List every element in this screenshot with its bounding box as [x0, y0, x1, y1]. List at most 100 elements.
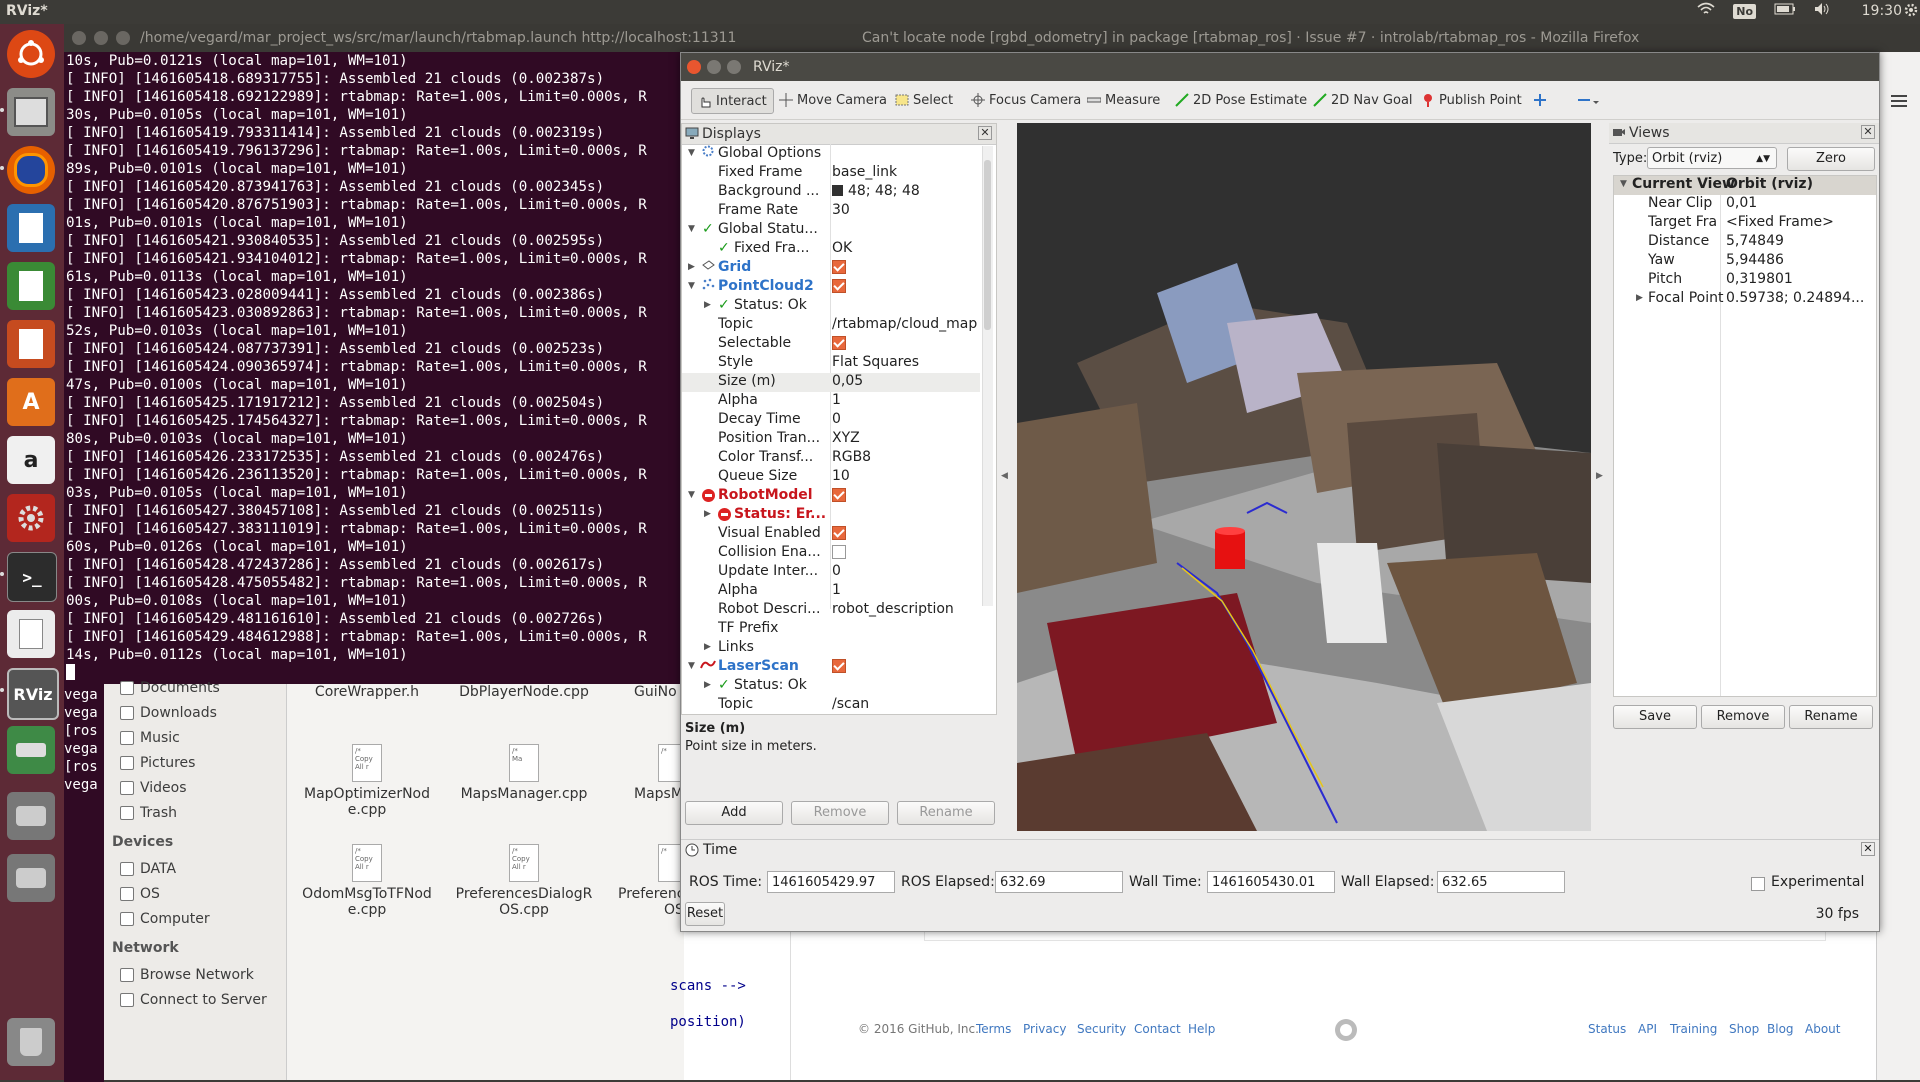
remove-display-button[interactable]: Remove — [791, 801, 889, 825]
close-panel-icon[interactable]: ✕ — [1861, 842, 1875, 856]
github-octocat-icon[interactable] — [1334, 1018, 1358, 1046]
collapse-right-icon[interactable]: ▶ — [1596, 471, 1603, 481]
rename-view-button[interactable]: Rename — [1789, 705, 1873, 729]
measure-tool[interactable]: Measure — [1086, 88, 1160, 112]
tree-row-decay-time[interactable]: Decay Time 0 — [682, 411, 980, 430]
tree-row-alpha[interactable]: Alpha 1 — [682, 392, 980, 411]
add-tool-icon[interactable] — [1533, 88, 1547, 112]
wifi-icon[interactable] — [1697, 2, 1715, 20]
terminal-icon[interactable]: >_ — [7, 552, 57, 602]
sidebar-item-trash[interactable]: Trash — [120, 805, 177, 821]
remove-tool-icon[interactable] — [1577, 88, 1599, 112]
terminal-window-buttons[interactable] — [72, 31, 130, 45]
text-editor-icon[interactable] — [7, 610, 55, 658]
tree-row-tf-prefix[interactable]: TF Prefix — [682, 620, 980, 639]
github-link-security[interactable]: Security — [1077, 1022, 1126, 1036]
volume-icon[interactable] — [1814, 2, 1830, 20]
file-item[interactable]: /* Copy All r OdomMsgToTFNod e.cpp — [297, 844, 437, 918]
tree-row-position-transformer[interactable]: Position Tran... XYZ — [682, 430, 980, 449]
gear-icon[interactable] — [1904, 2, 1918, 22]
tree-row-global-options[interactable]: ▼ Global Options — [682, 145, 980, 164]
tree-row-visual-enabled[interactable]: Visual Enabled — [682, 525, 980, 544]
battery-icon[interactable] — [1774, 3, 1796, 19]
sidebar-item-pictures[interactable]: Pictures — [120, 755, 195, 771]
select-tool[interactable]: Select — [895, 88, 953, 112]
terminal-output[interactable]: 10s, Pub=0.0121s (local map=101, WM=101)… — [64, 52, 684, 684]
3d-render-view[interactable] — [1017, 123, 1591, 831]
tree-row-robot-description[interactable]: Robot Descri... robot_description — [682, 601, 980, 620]
tree-row-laserscan-status[interactable]: ▶ ✓ Status: Ok — [682, 677, 980, 696]
github-link-terms[interactable]: Terms — [976, 1022, 1011, 1036]
files-icon[interactable] — [7, 88, 55, 136]
ros-time-field[interactable]: 1461605429.97 — [767, 871, 895, 893]
2d-pose-estimate-tool[interactable]: 2D Pose Estimate — [1175, 88, 1307, 112]
tree-row-pitch[interactable]: Pitch 0,319801 — [1614, 271, 1876, 290]
close-icon[interactable] — [687, 60, 701, 74]
sidebar-item-data[interactable]: DATA — [120, 861, 176, 877]
sidebar-item-os[interactable]: OS — [120, 886, 160, 902]
firefox-icon[interactable] — [7, 146, 55, 194]
tree-row-style[interactable]: Style Flat Squares — [682, 354, 980, 373]
tree-row-target-frame[interactable]: Target Fra...<Fixed Frame> — [1614, 214, 1876, 233]
2d-nav-goal-tool[interactable]: 2D Nav Goal — [1313, 88, 1413, 112]
github-link-status[interactable]: Status — [1588, 1022, 1626, 1036]
tree-row-fixed-frame-status[interactable]: ✓ Fixed Fra... OK — [682, 240, 980, 259]
github-link-shop[interactable]: Shop — [1729, 1022, 1759, 1036]
focus-camera-tool[interactable]: Focus Camera — [971, 88, 1081, 112]
sidebar-item-browse-network[interactable]: Browse Network — [120, 967, 254, 983]
github-link-about[interactable]: About — [1805, 1022, 1840, 1036]
displays-scrollbar[interactable] — [982, 146, 993, 606]
publish-point-tool[interactable]: Publish Point — [1421, 88, 1522, 112]
tree-row-pointcloud-status[interactable]: ▶ ✓ Status: Ok — [682, 297, 980, 316]
tree-row-collision-enabled[interactable]: Collision Ena... — [682, 544, 980, 563]
collision-enabled-checkbox[interactable] — [832, 545, 846, 559]
tree-row-update-interval[interactable]: Update Inter... 0 — [682, 563, 980, 582]
save-view-button[interactable]: Save — [1613, 705, 1697, 729]
impress-icon[interactable] — [7, 320, 55, 368]
amazon-icon[interactable]: a — [7, 436, 55, 484]
zero-button[interactable]: Zero — [1787, 147, 1875, 171]
tree-row-queue-size[interactable]: Queue Size 10 — [682, 468, 980, 487]
add-display-button[interactable]: Add — [685, 801, 783, 825]
settings-icon[interactable] — [7, 494, 55, 542]
tree-row-robotmodel-status[interactable]: ▶ Status: Er... — [682, 506, 980, 525]
minimize-icon[interactable] — [707, 60, 721, 74]
file-item[interactable]: /* Ma MapsManager.cpp — [454, 744, 594, 802]
tree-row-pointcloud2[interactable]: ▼ PointCloud2 — [682, 278, 980, 297]
robotmodel-enabled-checkbox[interactable] — [832, 488, 846, 502]
visual-enabled-checkbox[interactable] — [832, 526, 846, 540]
trash-icon[interactable] — [7, 1018, 55, 1066]
color-swatch[interactable] — [832, 185, 843, 196]
disk-icon-2[interactable] — [7, 854, 55, 902]
move-camera-tool[interactable]: Move Camera — [779, 88, 887, 112]
github-link-blog[interactable]: Blog — [1767, 1022, 1794, 1036]
keyboard-layout-indicator[interactable]: No — [1733, 3, 1756, 19]
calc-icon[interactable] — [7, 262, 55, 310]
sidebar-item-documents[interactable]: Documents — [120, 680, 220, 696]
laserscan-enabled-checkbox[interactable] — [832, 659, 846, 673]
maximize-icon[interactable] — [727, 60, 741, 74]
ros-elapsed-field[interactable]: 632.69 — [995, 871, 1123, 893]
tree-row-grid[interactable]: ▶ Grid — [682, 259, 980, 278]
file-item[interactable]: /* Copy All r PreferencesDialogR OS.cpp — [454, 844, 594, 918]
collapse-left-icon[interactable]: ◀ — [1001, 471, 1008, 481]
tree-row-near-clip[interactable]: Near Clip ...0,01 — [1614, 195, 1876, 214]
github-link-training[interactable]: Training — [1670, 1022, 1717, 1036]
grid-enabled-checkbox[interactable] — [832, 260, 846, 274]
github-link-api[interactable]: API — [1638, 1022, 1657, 1036]
wall-time-field[interactable]: 1461605430.01 — [1207, 871, 1335, 893]
selectable-checkbox[interactable] — [832, 336, 846, 350]
interact-tool[interactable]: Interact — [691, 88, 774, 114]
tree-row-alpha-2[interactable]: Alpha 1 — [682, 582, 980, 601]
reset-button[interactable]: Reset — [685, 902, 725, 926]
rviz-titlebar[interactable]: RViz* — [681, 53, 1879, 81]
close-panel-icon[interactable]: ✕ — [978, 126, 992, 140]
tree-row-laserscan[interactable]: ▼ LaserScan — [682, 658, 980, 677]
experimental-checkbox[interactable] — [1751, 877, 1765, 891]
file-item[interactable]: /* Copy All r MapOptimizerNod e.cpp — [297, 744, 437, 818]
disk-icon[interactable] — [7, 792, 55, 840]
close-panel-icon[interactable]: ✕ — [1861, 125, 1875, 139]
tree-row-distance[interactable]: Distance 5,74849 — [1614, 233, 1876, 252]
rename-display-button[interactable]: Rename — [897, 801, 995, 825]
tree-row-links[interactable]: ▶ Links — [682, 639, 980, 658]
